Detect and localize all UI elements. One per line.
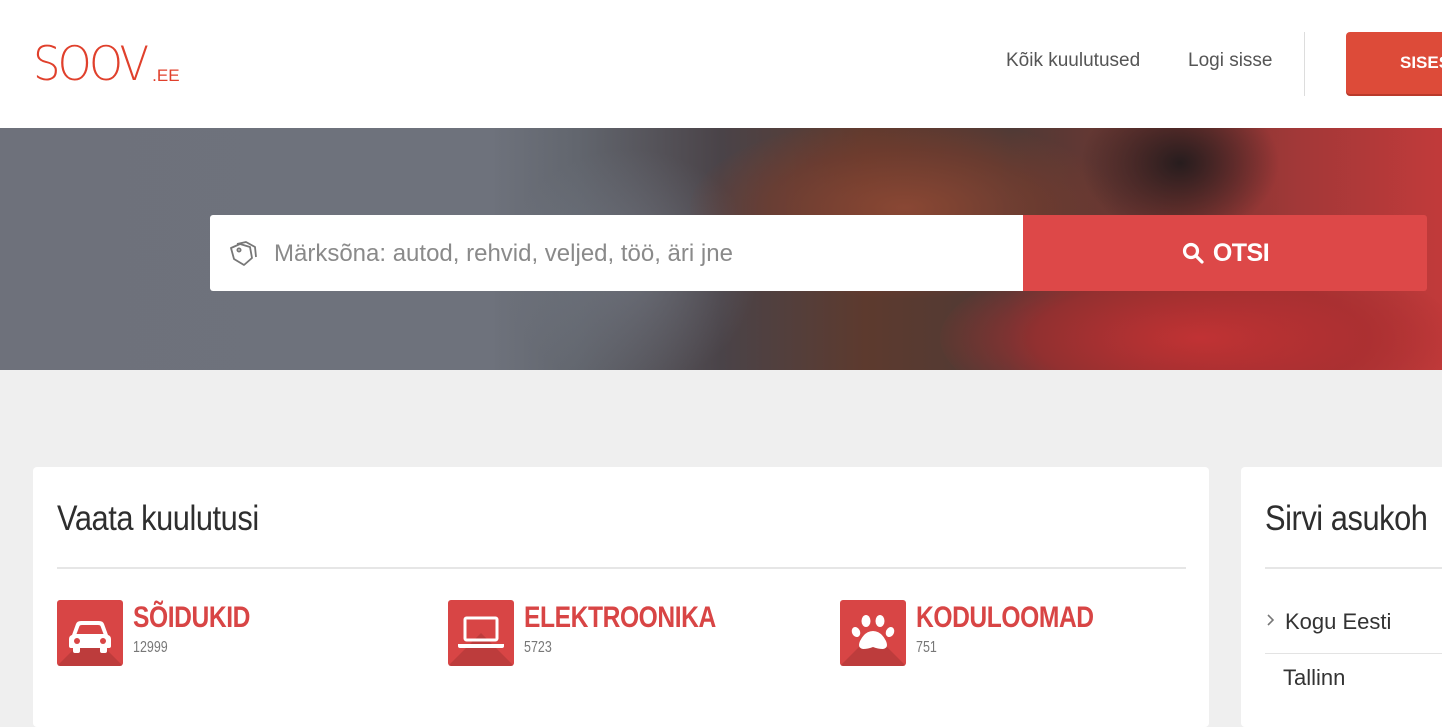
paw-icon xyxy=(840,600,906,666)
list-divider xyxy=(1265,653,1442,654)
location-item-tallinn[interactable]: Tallinn xyxy=(1283,665,1345,691)
signup-button[interactable]: SISES xyxy=(1346,32,1442,94)
search-bar xyxy=(210,215,1023,293)
logo-suffix: .EE xyxy=(152,66,180,85)
location-label: Kogu Eesti xyxy=(1285,609,1392,634)
category-name: SÕIDUKID xyxy=(133,601,251,634)
panel-divider xyxy=(57,567,1186,569)
category-name: ELEKTROONIKA xyxy=(524,601,716,634)
site-logo[interactable]: SOOV .EE xyxy=(33,36,180,90)
tags-icon xyxy=(228,239,260,269)
category-count: 5723 xyxy=(524,639,552,656)
chevron-right-icon xyxy=(1265,613,1275,632)
categories-panel: Vaata kuulutusi SÕIDUKID 12999 ELEKTROON… xyxy=(33,467,1209,727)
search-icon xyxy=(1181,241,1205,265)
category-count: 751 xyxy=(916,639,937,656)
logo-text: SOOV xyxy=(33,37,149,92)
search-button[interactable]: OTSI xyxy=(1023,215,1427,291)
category-count: 12999 xyxy=(133,639,168,656)
location-panel: Sirvi asukoh Kogu Eesti Tallinn xyxy=(1241,467,1442,727)
category-name: KODULOOMAD xyxy=(916,601,1094,634)
car-icon xyxy=(57,600,123,666)
panel-title: Vaata kuulutusi xyxy=(57,499,259,538)
location-item-all-estonia[interactable]: Kogu Eesti xyxy=(1265,609,1391,635)
search-input[interactable] xyxy=(272,215,1016,293)
panel-title: Sirvi asukoh xyxy=(1265,499,1428,538)
search-button-label: OTSI xyxy=(1212,238,1270,267)
panel-divider xyxy=(1265,567,1442,569)
category-vehicles[interactable]: SÕIDUKID 12999 xyxy=(57,600,276,666)
nav-login-link[interactable]: Logi sisse xyxy=(1188,50,1273,72)
nav-all-ads-link[interactable]: Kõik kuulutused xyxy=(1006,50,1140,72)
category-pets[interactable]: KODULOOMAD 751 xyxy=(840,600,1133,666)
nav-divider xyxy=(1304,32,1305,96)
laptop-icon xyxy=(448,600,514,666)
category-electronics[interactable]: ELEKTROONIKA 5723 xyxy=(448,600,758,666)
site-header: SOOV .EE Kõik kuulutused Logi sisse SISE… xyxy=(0,0,1442,128)
